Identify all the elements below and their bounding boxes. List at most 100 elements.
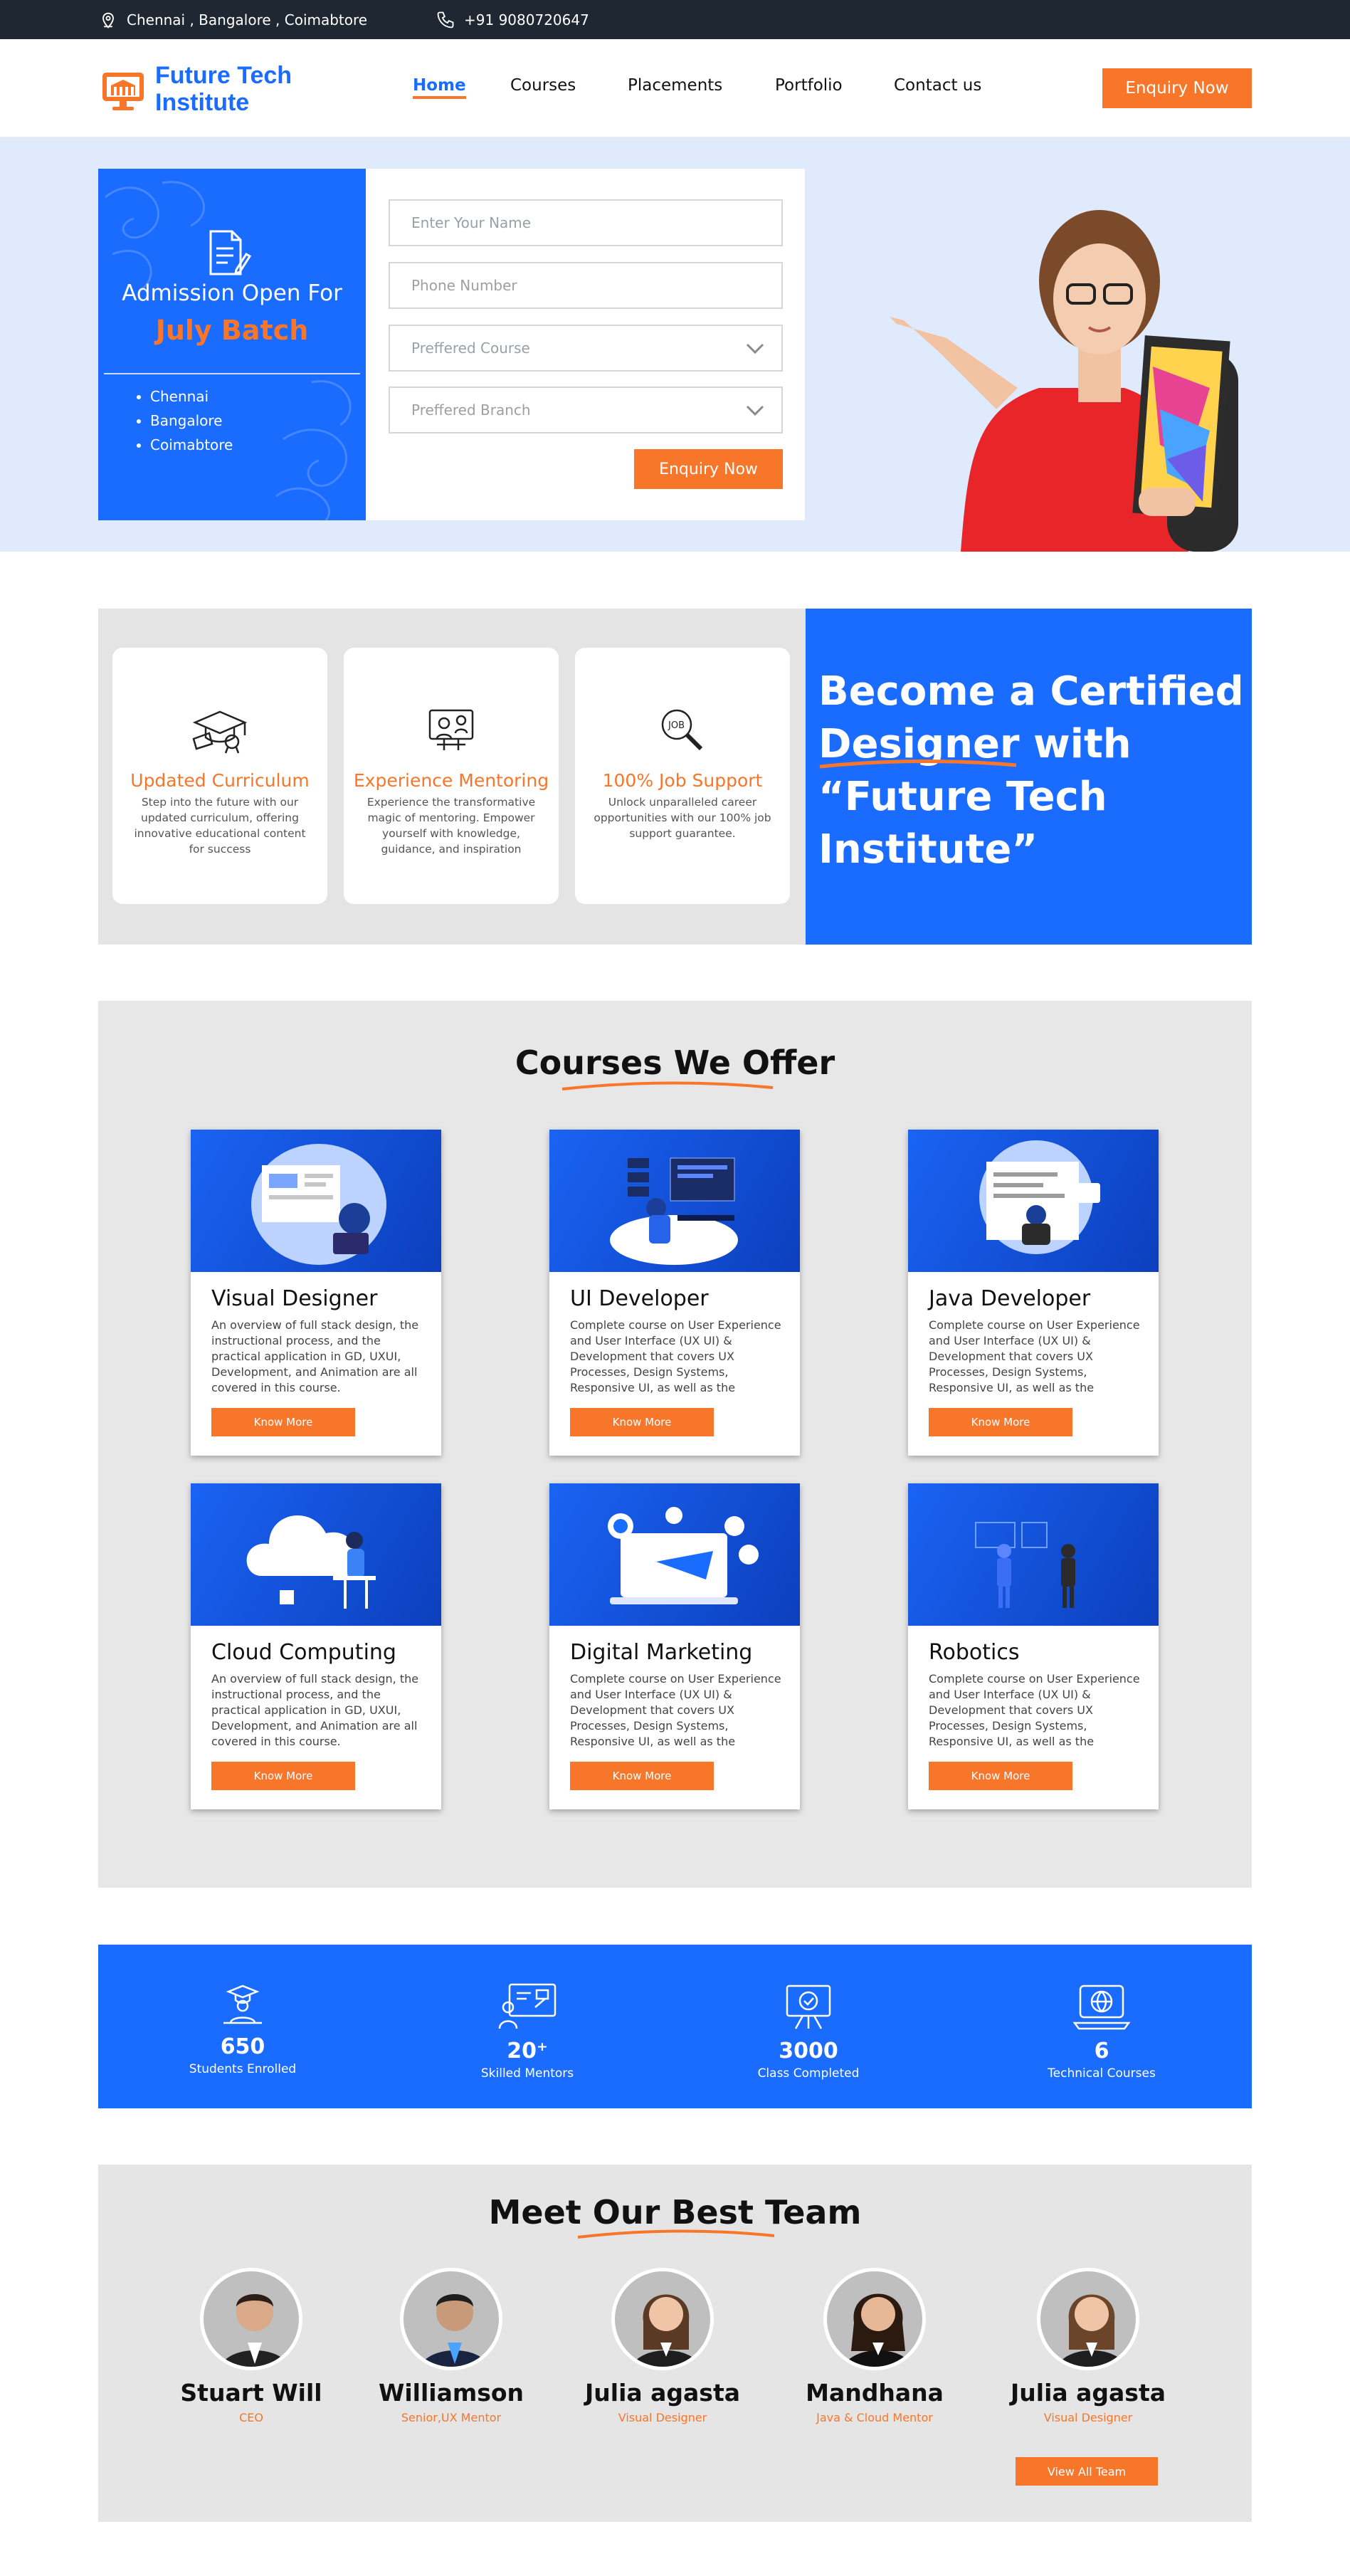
logo[interactable]: Future Tech Institute xyxy=(98,62,292,116)
feature-title: Updated Curriculum xyxy=(130,770,310,791)
map-pin-icon xyxy=(102,12,114,28)
team-member[interactable]: Stuart Will CEO xyxy=(144,2268,358,2424)
course-illustration xyxy=(191,1483,441,1626)
svg-text:JOB: JOB xyxy=(668,720,685,731)
name-input[interactable]: Enter Your Name xyxy=(389,199,783,246)
nav-contact-us[interactable]: Contact us xyxy=(894,76,981,95)
feature-title: Experience Mentoring xyxy=(353,770,549,791)
team-member[interactable]: Julia agasta Visual Designer xyxy=(981,2268,1195,2424)
avatar xyxy=(400,2268,502,2370)
form-enquiry-button[interactable]: Enquiry Now xyxy=(634,449,783,489)
know-more-button[interactable]: Know More xyxy=(929,1762,1072,1790)
underline-swoosh xyxy=(819,759,1017,769)
course-card[interactable]: Robotics Complete course on User Experie… xyxy=(908,1483,1159,1809)
view-all-team-button[interactable]: View All Team xyxy=(1016,2457,1158,2486)
course-title: Java Developer xyxy=(929,1286,1091,1311)
nav-portfolio[interactable]: Portfolio xyxy=(775,76,843,95)
certified-line-3: “Future Tech xyxy=(818,774,1107,820)
avatar xyxy=(1037,2268,1139,2370)
feature-desc: Unlock unparalleled career opportunities… xyxy=(594,796,771,840)
stat-value: 6 xyxy=(1094,2039,1109,2064)
course-desc: Complete course on User Experience and U… xyxy=(570,1672,781,1748)
course-card[interactable]: UI Developer Complete course on User Exp… xyxy=(549,1130,800,1456)
stat-item: 650 Students Enrolled xyxy=(136,1982,349,2076)
course-desc: Complete course on User Experience and U… xyxy=(929,1672,1140,1748)
header-enquiry-button[interactable]: Enquiry Now xyxy=(1102,68,1252,108)
title-underline-swoosh xyxy=(561,1081,774,1090)
student-photo xyxy=(890,210,1238,552)
chevron-down-icon xyxy=(746,343,764,354)
course-card[interactable]: Digital Marketing Complete course on Use… xyxy=(549,1483,800,1809)
stat-label: Technical Courses xyxy=(1048,2066,1156,2081)
course-illustration xyxy=(908,1130,1159,1272)
courses-title: Courses We Offer xyxy=(515,1043,835,1082)
batch-text: July Batch xyxy=(155,315,309,346)
branch-placeholder: Preffered Branch xyxy=(411,401,531,419)
stat-item: 6 Technical Courses xyxy=(995,1982,1208,2081)
location-info: Chennai , Bangalore , Coimabtore xyxy=(98,0,367,39)
member-role: CEO xyxy=(239,2411,263,2424)
know-more-button[interactable]: Know More xyxy=(211,1408,355,1436)
know-more-button[interactable]: Know More xyxy=(570,1762,714,1790)
feature-title: 100% Job Support xyxy=(602,770,763,791)
member-role: Senior,UX Mentor xyxy=(401,2411,502,2424)
course-illustration xyxy=(549,1483,800,1626)
enquiry-form: Enter Your Name Phone Number Preffered C… xyxy=(366,169,805,520)
course-card[interactable]: Java Developer Complete course on User E… xyxy=(908,1130,1159,1456)
city-item: Bangalore xyxy=(150,409,233,433)
classroom-board-icon xyxy=(786,1984,831,2029)
team-section: Meet Our Best Team Stuart Will CEO Willi… xyxy=(98,2165,1252,2522)
team-member[interactable]: Julia agasta Visual Designer xyxy=(556,2268,769,2424)
admission-panel: Admission Open For July Batch Chennai Ba… xyxy=(98,169,366,520)
know-more-button[interactable]: Know More xyxy=(929,1408,1072,1436)
branch-select[interactable]: Preffered Branch xyxy=(389,387,783,433)
monitor-school-icon xyxy=(102,73,144,110)
avatar xyxy=(823,2268,926,2370)
top-bar: Chennai , Bangalore , Coimabtore +91 908… xyxy=(0,0,1350,39)
certified-line-2: Designer with xyxy=(818,721,1132,769)
mentor-presentation-icon xyxy=(428,709,474,750)
course-select[interactable]: Preffered Course xyxy=(389,325,783,372)
mentor-board-icon xyxy=(498,1983,557,2029)
logo-line-1: Future Tech xyxy=(155,62,292,89)
stat-value: 20⁺ xyxy=(507,2039,548,2064)
stat-item: 3000 Class Completed xyxy=(702,1982,915,2081)
team-member[interactable]: Mandhana Java & Cloud Mentor xyxy=(768,2268,981,2424)
graduation-cap-icon xyxy=(192,710,248,754)
feature-card: Experience Mentoring Experience the tran… xyxy=(344,648,559,904)
course-placeholder: Preffered Course xyxy=(411,340,530,357)
course-desc: Complete course on User Experience and U… xyxy=(570,1318,781,1394)
nav-courses[interactable]: Courses xyxy=(510,76,576,95)
know-more-button[interactable]: Know More xyxy=(211,1762,355,1790)
stat-label: Class Completed xyxy=(757,2066,860,2081)
logo-text: Future Tech Institute xyxy=(155,62,292,116)
job-search-icon: JOB xyxy=(661,709,703,751)
course-card[interactable]: Cloud Computing An overview of full stac… xyxy=(191,1483,441,1809)
features-section: Updated Curriculum Step into the future … xyxy=(98,609,806,945)
certified-line-4: Institute” xyxy=(818,826,1038,873)
nav-placements[interactable]: Placements xyxy=(628,76,722,95)
team-member[interactable]: Williamson Senior,UX Mentor xyxy=(344,2268,558,2424)
phone-placeholder: Phone Number xyxy=(411,277,517,294)
nav-home[interactable]: Home xyxy=(413,76,466,99)
title-underline-swoosh xyxy=(577,2229,775,2239)
course-title: Robotics xyxy=(929,1640,1020,1665)
course-desc: An overview of full stack design, the in… xyxy=(211,1672,419,1748)
phone-info[interactable]: +91 9080720647 xyxy=(436,0,589,39)
phone-input[interactable]: Phone Number xyxy=(389,262,783,309)
course-title: Cloud Computing xyxy=(211,1640,396,1665)
course-card[interactable]: Visual Designer An overview of full stac… xyxy=(191,1130,441,1456)
member-role: Java & Cloud Mentor xyxy=(816,2411,933,2424)
courses-section: Courses We Offer Visual Designer An over… xyxy=(98,1001,1252,1888)
certified-line-2-rest: with xyxy=(1019,721,1132,767)
member-name: Stuart Will xyxy=(180,2379,322,2407)
course-illustration xyxy=(549,1130,800,1272)
team-title: Meet Our Best Team xyxy=(488,2193,862,2231)
locations-text: Chennai , Bangalore , Coimabtore xyxy=(127,11,368,28)
course-illustration xyxy=(908,1483,1159,1626)
course-title: UI Developer xyxy=(570,1286,709,1311)
know-more-button[interactable]: Know More xyxy=(570,1408,714,1436)
member-name: Julia agasta xyxy=(1011,2379,1166,2407)
certified-line-1: Become a Certified xyxy=(818,668,1244,715)
feature-card: Updated Curriculum Step into the future … xyxy=(112,648,327,904)
